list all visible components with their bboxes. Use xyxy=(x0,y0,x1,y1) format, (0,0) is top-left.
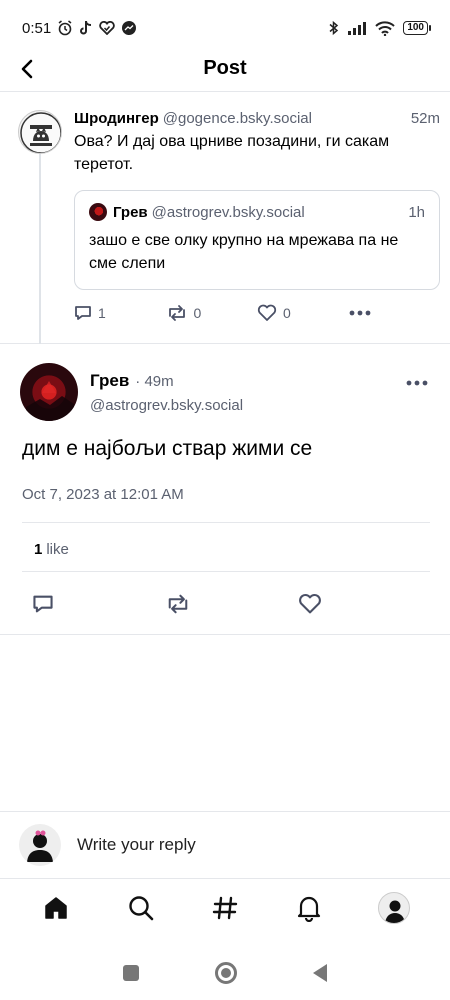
post-meta: Шродингер @gogence.bsky.social 52m xyxy=(74,110,440,127)
more-options-button[interactable] xyxy=(349,310,441,316)
divider xyxy=(22,522,430,523)
quote-text: зашо е све олку крупно на мрежава па не … xyxy=(89,232,399,272)
reply-composer[interactable]: Write your reply xyxy=(0,811,450,879)
quoted-post[interactable]: Грев @astrogrev.bsky.social 1h зашо е св… xyxy=(74,190,440,290)
like-button[interactable] xyxy=(298,593,431,615)
quote-time: 1h xyxy=(408,203,425,221)
avatar xyxy=(19,824,61,866)
home-circle-icon[interactable] xyxy=(215,962,237,984)
reply-button[interactable] xyxy=(32,593,165,615)
wifi-icon xyxy=(375,20,396,36)
tiktok-icon xyxy=(79,20,93,36)
home-icon xyxy=(45,897,67,919)
nav-notifications[interactable] xyxy=(287,886,331,930)
avatar[interactable] xyxy=(20,363,78,421)
post-date: Oct 7, 2023 at 12:01 AM xyxy=(22,486,184,503)
recents-icon[interactable] xyxy=(123,965,139,981)
more-dots-icon xyxy=(406,380,428,386)
post-actions xyxy=(32,593,431,615)
like-count: 1 xyxy=(34,541,43,558)
post-text: дим е најбољи ствар жими се xyxy=(22,437,313,460)
hashtag-icon xyxy=(212,896,238,920)
messenger-icon xyxy=(121,20,137,36)
author-name[interactable]: Шродингер xyxy=(74,110,159,127)
like-label: like xyxy=(46,541,69,558)
nav-feeds[interactable] xyxy=(203,886,247,930)
reply-input[interactable]: Write your reply xyxy=(77,835,196,855)
bluetooth-icon xyxy=(329,20,339,36)
header: Post xyxy=(0,46,450,92)
main-author-row: Грев · 49m xyxy=(90,371,174,391)
search-icon xyxy=(128,896,153,921)
alarm-icon xyxy=(57,20,73,36)
repost-button[interactable] xyxy=(165,593,298,615)
divider xyxy=(22,571,430,572)
status-time: 0:51 xyxy=(22,19,52,37)
comment-icon xyxy=(33,595,53,613)
back-button[interactable] xyxy=(12,54,42,84)
heart-icon xyxy=(299,593,321,614)
quote-meta: Грев @astrogrev.bsky.social 1h xyxy=(89,203,425,221)
author-handle[interactable]: @gogence.bsky.social xyxy=(163,110,312,127)
author-name[interactable]: Грев xyxy=(90,371,129,391)
avatar-image xyxy=(26,381,74,421)
status-right: 100 xyxy=(329,20,431,36)
post-time: · 49m xyxy=(135,373,174,390)
quote-author-name: Грев xyxy=(113,203,148,221)
reply-count: 1 xyxy=(98,305,106,321)
like-count: 0 xyxy=(283,305,291,321)
reply-button[interactable]: 1 xyxy=(74,304,166,322)
bell-icon xyxy=(298,896,321,922)
comment-icon xyxy=(75,306,91,320)
repost-count: 0 xyxy=(193,305,202,321)
cat-emblem-icon xyxy=(20,112,61,153)
quote-author-handle: @astrogrev.bsky.social xyxy=(151,203,305,221)
nav-search[interactable] xyxy=(119,886,163,930)
repost-icon xyxy=(168,305,185,321)
battery-icon: 100 xyxy=(403,21,431,35)
bottom-nav xyxy=(0,880,450,936)
main-post: Грев · 49m @astrogrev.bsky.social дим е … xyxy=(0,345,450,635)
repost-button[interactable]: 0 xyxy=(166,304,258,322)
page-title: Post xyxy=(203,57,247,79)
heart-icon xyxy=(257,304,277,321)
user-silhouette-icon xyxy=(384,900,405,923)
user-silhouette-icon xyxy=(27,830,53,862)
back-triangle-icon[interactable] xyxy=(313,964,327,982)
chevron-left-icon xyxy=(21,59,33,79)
nav-profile[interactable] xyxy=(372,886,416,930)
status-left: 0:51 xyxy=(22,20,137,37)
likes-summary[interactable]: 1 like xyxy=(34,541,69,558)
nav-home[interactable] xyxy=(34,886,78,930)
more-dots-icon xyxy=(349,310,370,316)
post-text: Ова? И дај ова црниве позадини, ги сакам… xyxy=(74,133,390,173)
parent-post-body: Шродингер @gogence.bsky.social 52m Ова? … xyxy=(74,110,440,322)
repost-icon xyxy=(168,594,188,614)
avatar[interactable] xyxy=(18,110,62,154)
thread-line xyxy=(39,152,41,344)
system-nav xyxy=(0,950,450,996)
parent-post[interactable]: Шродингер @gogence.bsky.social 52m Ова? … xyxy=(0,92,450,344)
heart-check-icon xyxy=(99,21,115,35)
post-actions: 1 0 0 xyxy=(74,304,440,322)
avatar xyxy=(89,203,107,221)
post-time: 52m xyxy=(410,110,440,127)
more-options-button[interactable] xyxy=(406,373,428,391)
like-button[interactable]: 0 xyxy=(257,304,349,322)
signal-icon xyxy=(347,21,367,35)
author-handle[interactable]: @astrogrev.bsky.social xyxy=(90,397,243,414)
profile-avatar xyxy=(377,892,410,924)
